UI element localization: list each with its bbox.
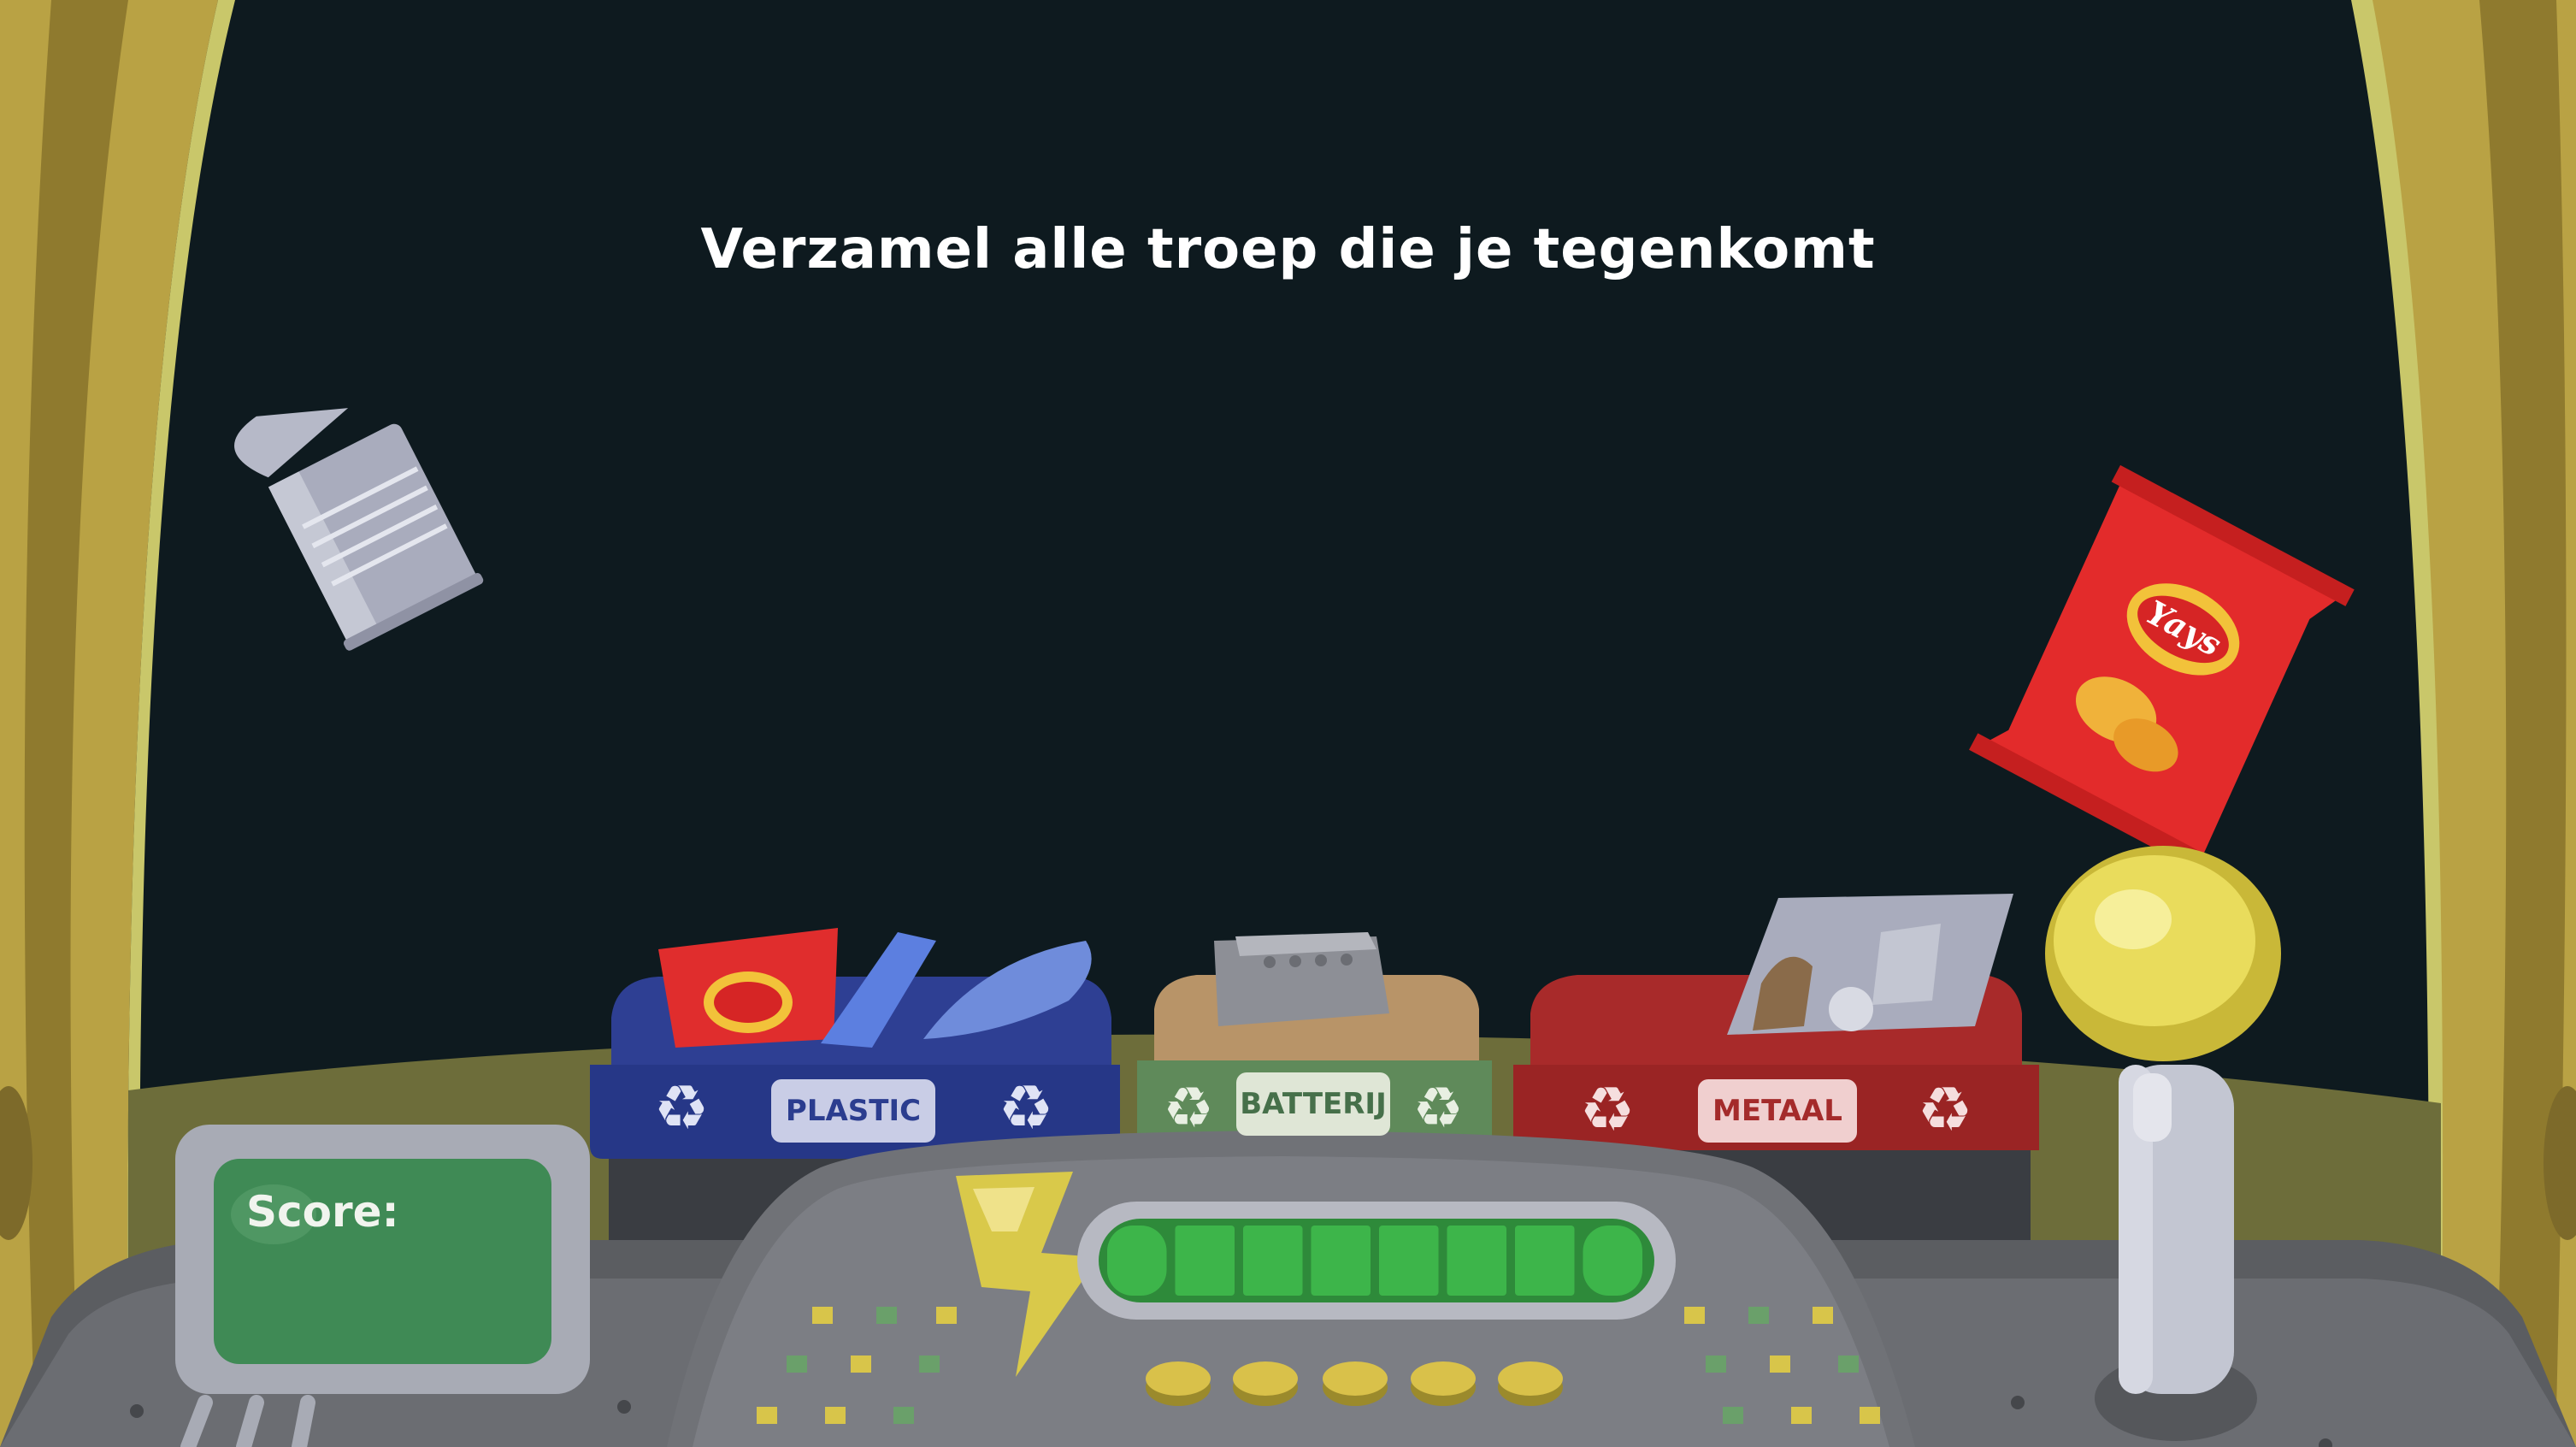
console-button[interactable] xyxy=(1411,1361,1476,1396)
recycle-icon: ♻ xyxy=(1163,1075,1213,1141)
energy-segment xyxy=(1447,1226,1506,1296)
bin-label-plastic: PLASTIC xyxy=(771,1079,935,1143)
instruction-text: Verzamel alle troep die je tegenkomt xyxy=(700,218,1876,281)
game-stage: Yays ♻ ♻ ♻ ♻ ♻ ♻ Verzamel alle troep die… xyxy=(0,0,2576,1447)
energy-segment xyxy=(1311,1226,1371,1296)
recycle-icon: ♻ xyxy=(1918,1073,1973,1145)
bin-label-metaal: METAAL xyxy=(1698,1079,1857,1143)
console-button[interactable] xyxy=(1498,1361,1563,1396)
energy-segment xyxy=(1107,1226,1167,1296)
recycle-icon: ♻ xyxy=(1580,1073,1636,1145)
console-button[interactable] xyxy=(1233,1361,1298,1396)
recycle-icon: ♻ xyxy=(1412,1075,1463,1141)
recycle-icon: ♻ xyxy=(999,1072,1054,1143)
energy-segment xyxy=(1379,1226,1439,1296)
energy-segment xyxy=(1243,1226,1303,1296)
energy-segment xyxy=(1583,1226,1642,1296)
console-button[interactable] xyxy=(1146,1361,1211,1396)
energy-segment xyxy=(1515,1226,1575,1296)
energy-segment xyxy=(1175,1226,1235,1296)
recycle-icon: ♻ xyxy=(654,1072,710,1143)
console-button[interactable] xyxy=(1323,1361,1388,1396)
score-label: Score: xyxy=(246,1187,399,1237)
bin-label-batterij: BATTERIJ xyxy=(1236,1072,1390,1136)
